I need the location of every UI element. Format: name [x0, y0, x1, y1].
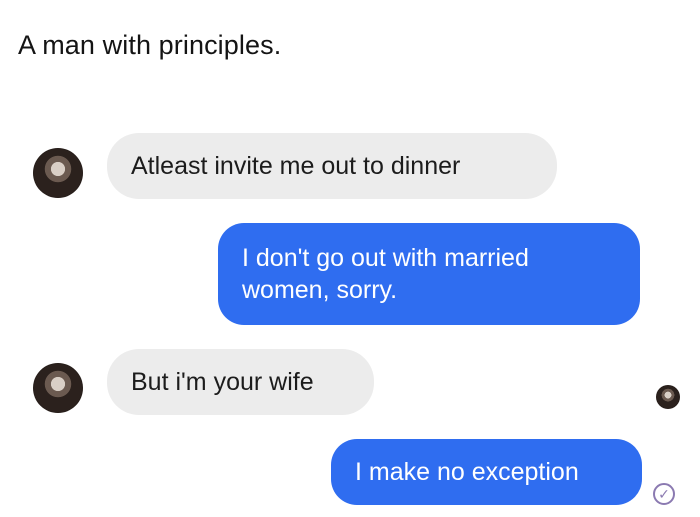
- sender-avatar[interactable]: [33, 148, 83, 198]
- message-incoming[interactable]: But i'm your wife: [107, 349, 374, 415]
- seen-avatar: [656, 385, 680, 409]
- message-outgoing[interactable]: I make no exception: [331, 439, 642, 505]
- message-incoming[interactable]: Atleast invite me out to dinner: [107, 133, 557, 199]
- message-outgoing[interactable]: I don't go out with married women, sorry…: [218, 223, 640, 325]
- sender-avatar[interactable]: [33, 363, 83, 413]
- check-circle-icon: ✓: [653, 483, 675, 505]
- post-caption: A man with principles.: [18, 30, 282, 60]
